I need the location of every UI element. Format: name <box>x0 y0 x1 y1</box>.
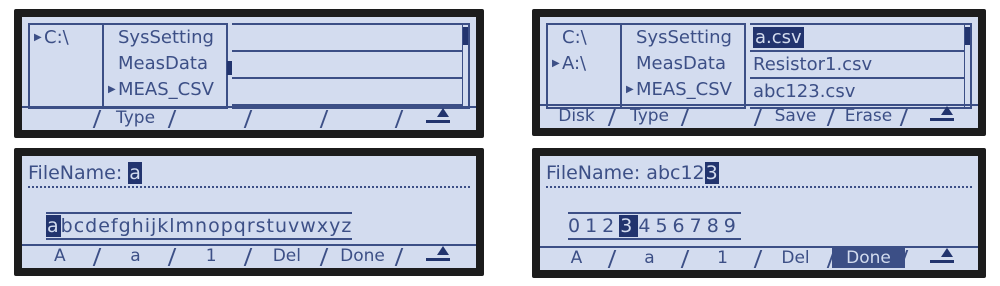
return-arrow-icon <box>929 106 954 122</box>
disk-label: C:\ <box>44 27 69 48</box>
divider <box>28 186 470 188</box>
filename-cursor: 3 <box>704 162 719 184</box>
softkey-done[interactable]: Done <box>832 248 905 268</box>
divider <box>546 186 972 188</box>
type-item[interactable]: MeasData <box>104 51 226 77</box>
charset-selected-char[interactable]: a <box>46 215 61 237</box>
lcd-display: C:\ ▶ A:\ SysSetting MeasData ▶ MEAS_CSV a… <box>540 17 978 128</box>
file-list-pane[interactable] <box>232 23 470 109</box>
charset-before[interactable]: 012 <box>568 215 619 237</box>
lcd-screen-filename-digits: FileName: abc123 0123456789 A a 1 Del Do… <box>532 148 986 278</box>
file-name: abc123.csv <box>753 81 856 102</box>
disk-item[interactable]: ▶ A:\ <box>548 51 620 77</box>
type-item[interactable]: MeasData <box>622 51 744 77</box>
softkey-type[interactable]: Type <box>613 106 686 126</box>
disk-label: C:\ <box>562 27 587 48</box>
file-row[interactable] <box>232 52 468 79</box>
softkey-lowercase[interactable]: a <box>98 246 174 266</box>
return-arrow-icon <box>426 108 451 124</box>
type-item[interactable]: SysSetting <box>104 25 226 51</box>
softkey-return[interactable] <box>400 246 476 266</box>
type-pane[interactable]: SysSetting MeasData ▶ MEAS_CSV <box>622 23 746 109</box>
triangle-right-icon: ▶ <box>34 32 42 43</box>
softkey-type[interactable]: Type <box>98 108 174 128</box>
scrollbar[interactable] <box>462 25 468 107</box>
softkey-uppercase[interactable]: A <box>540 248 613 268</box>
disk-item[interactable]: C:\ <box>548 25 620 51</box>
softkey-del[interactable]: Del <box>249 246 325 266</box>
disk-item[interactable]: ▶ C:\ <box>30 25 102 51</box>
type-pane[interactable]: SysSetting MeasData ▶ MEAS_CSV <box>104 23 232 109</box>
file-row[interactable]: abc123.csv <box>750 79 970 106</box>
file-row[interactable] <box>232 79 468 106</box>
lcd-display: FileName: abc123 0123456789 A a 1 Del Do… <box>540 156 978 270</box>
softkey-bar: A a 1 Del Done <box>22 244 476 268</box>
type-item[interactable]: ▶ MEAS_CSV <box>104 77 226 103</box>
file-name: a.csv <box>753 27 804 48</box>
filename-label: FileName: <box>546 162 641 184</box>
lcd-display: ▶ C:\ SysSetting MeasData ▶ MEAS_CSV Type <box>22 17 476 130</box>
character-picker[interactable]: abcdefghijklmnopqrstuvwxyz <box>46 212 353 240</box>
digit-picker[interactable]: 0123456789 <box>568 212 741 240</box>
disk-label: A:\ <box>562 53 587 74</box>
disk-pane[interactable]: C:\ ▶ A:\ <box>546 23 622 109</box>
type-item[interactable]: ▶ MEAS_CSV <box>622 77 744 103</box>
filename-field[interactable]: FileName: a <box>28 162 142 184</box>
lcd-screen-file-manager-1: ▶ C:\ SysSetting MeasData ▶ MEAS_CSV Type <box>14 9 484 138</box>
softkey-3[interactable] <box>173 108 249 128</box>
file-row[interactable] <box>232 25 468 52</box>
softkey-done[interactable]: Done <box>325 246 401 266</box>
softkey-3[interactable] <box>686 106 759 126</box>
softkey-digits[interactable]: 1 <box>686 248 759 268</box>
filename-label: FileName: <box>28 162 123 184</box>
file-list-pane[interactable]: a.csv Resistor1.csv abc123.csv <box>750 23 972 109</box>
type-label: SysSetting <box>118 27 214 48</box>
type-label: MEAS_CSV <box>636 79 732 100</box>
softkey-1[interactable] <box>22 108 98 128</box>
softkey-erase[interactable]: Erase <box>832 106 905 126</box>
softkey-uppercase[interactable]: A <box>22 246 98 266</box>
softkey-return[interactable] <box>905 106 978 126</box>
softkey-digits[interactable]: 1 <box>173 246 249 266</box>
type-label: SysSetting <box>636 27 732 48</box>
triangle-right-icon: ▶ <box>108 84 116 95</box>
type-label: MeasData <box>636 53 726 74</box>
return-arrow-icon <box>426 246 451 262</box>
softkey-disk[interactable]: Disk <box>540 106 613 126</box>
lcd-screen-filename-letters: FileName: a abcdefghijklmnopqrstuvwxyz A… <box>14 148 484 276</box>
softkey-return[interactable] <box>905 248 978 268</box>
file-name: Resistor1.csv <box>753 54 873 75</box>
type-item[interactable]: SysSetting <box>622 25 744 51</box>
file-row[interactable]: Resistor1.csv <box>750 52 970 79</box>
scrollbar[interactable] <box>964 25 970 107</box>
charset-after[interactable]: 456789 <box>638 215 741 237</box>
scroll-thumb[interactable] <box>463 27 468 45</box>
filename-cursor: a <box>128 162 142 184</box>
softkey-bar: Disk Type Save Erase <box>540 104 978 128</box>
charset-after[interactable]: bcdefghijklmnopqrstuvwxyz <box>61 215 353 237</box>
triangle-right-icon: ▶ <box>626 84 634 95</box>
softkey-del[interactable]: Del <box>759 248 832 268</box>
lcd-screen-file-manager-2: C:\ ▶ A:\ SysSetting MeasData ▶ MEAS_CSV a… <box>532 9 986 136</box>
return-arrow-icon <box>929 248 954 264</box>
charset-selected-char[interactable]: 3 <box>619 215 639 237</box>
softkey-lowercase[interactable]: a <box>613 248 686 268</box>
softkey-4[interactable] <box>249 108 325 128</box>
softkey-save[interactable]: Save <box>759 106 832 126</box>
softkey-5[interactable] <box>325 108 401 128</box>
filename-field[interactable]: FileName: abc123 <box>546 162 719 184</box>
softkey-bar: Type <box>22 106 476 130</box>
disk-pane[interactable]: ▶ C:\ <box>28 23 104 109</box>
type-label: MEAS_CSV <box>118 79 214 100</box>
filename-value: abc12 <box>646 162 705 184</box>
softkey-bar: A a 1 Del Done <box>540 246 978 270</box>
softkey-return[interactable] <box>400 108 476 128</box>
scroll-thumb[interactable] <box>965 27 970 45</box>
lcd-display: FileName: a abcdefghijklmnopqrstuvwxyz A… <box>22 156 476 268</box>
file-row-selected[interactable]: a.csv <box>750 25 970 52</box>
type-label: MeasData <box>118 53 208 74</box>
triangle-right-icon: ▶ <box>552 58 560 69</box>
